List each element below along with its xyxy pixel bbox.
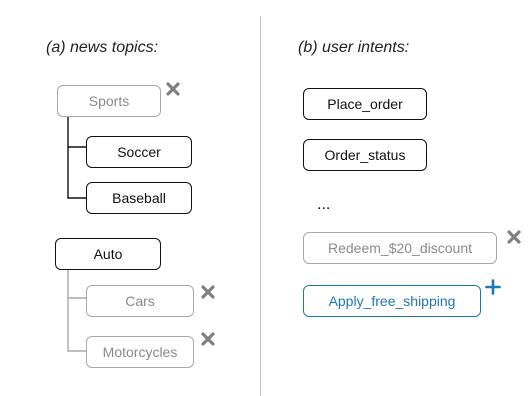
node-cars: Cars (86, 285, 194, 317)
node-apply-free-shipping: Apply_free_shipping (303, 285, 481, 317)
node-label: Baseball (112, 190, 166, 206)
node-label: Place_order (327, 96, 403, 112)
node-order-status: Order_status (303, 139, 427, 171)
tree-connectors (67, 116, 86, 352)
node-place-order: Place_order (303, 88, 427, 120)
node-label: Sports (88, 93, 130, 109)
node-label: Redeem_$20_discount (328, 240, 472, 256)
node-label: Apply_free_shipping (328, 293, 456, 309)
node-label: Motorcycles (102, 344, 178, 360)
node-redeem-discount: Redeem_$20_discount (303, 232, 497, 264)
remove-x-icon (201, 285, 215, 299)
remove-x-icon (201, 332, 215, 346)
panel-divider (260, 16, 261, 396)
panel-b-heading: (b) user intents: (298, 39, 410, 56)
remove-x-icon (166, 82, 180, 96)
node-label: Auto (93, 246, 123, 262)
node-label: Soccer (117, 144, 161, 160)
node-label: Cars (125, 293, 155, 309)
ellipsis: ... (317, 196, 331, 213)
node-soccer: Soccer (86, 136, 192, 168)
node-auto: Auto (55, 238, 161, 270)
node-sports: Sports (57, 85, 161, 117)
node-baseball: Baseball (86, 182, 192, 214)
add-plus-icon (485, 279, 501, 295)
remove-x-icon (507, 230, 521, 244)
node-label: Order_status (324, 147, 406, 163)
node-motorcycles: Motorcycles (86, 336, 194, 368)
